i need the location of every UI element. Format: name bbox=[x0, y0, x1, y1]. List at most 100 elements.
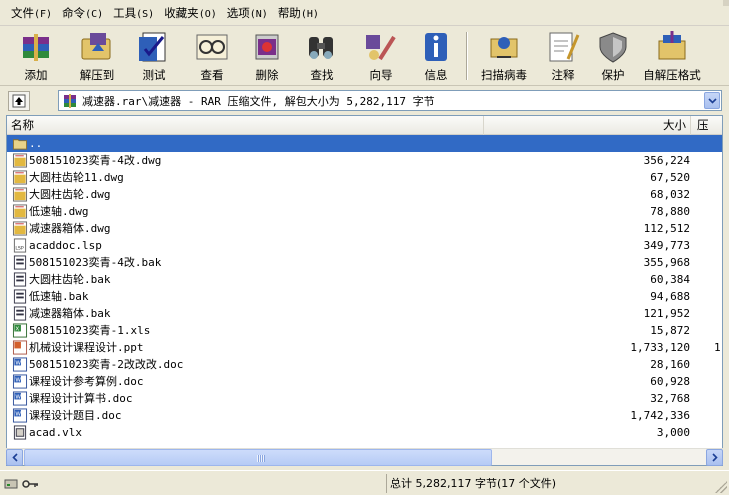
toolbar-button-10[interactable]: 保护 bbox=[589, 26, 637, 84]
table-row[interactable]: W 课程设计题目.doc 1,742,336 bbox=[7, 407, 722, 424]
toolbar-button-4[interactable]: 删除 bbox=[242, 26, 292, 84]
thumb-grip bbox=[257, 455, 265, 462]
table-row[interactable]: W 508151023奕青-2改改改.doc 28,160 bbox=[7, 356, 722, 373]
table-row[interactable]: 低速轴.bak 94,688 bbox=[7, 288, 722, 305]
resize-grip[interactable] bbox=[715, 481, 727, 493]
file-name: acaddoc.lsp bbox=[29, 239, 102, 252]
menu-item-4[interactable]: 选项(N) bbox=[222, 3, 273, 23]
table-row[interactable]: 减速器箱体.dwg 112,512 bbox=[7, 220, 722, 237]
table-row[interactable]: 大圆柱齿轮.dwg 68,032 bbox=[7, 186, 722, 203]
file-name: 大圆柱齿轮.dwg bbox=[29, 188, 111, 201]
drive-icon[interactable] bbox=[4, 478, 18, 490]
table-row[interactable]: W 课程设计参考算例.doc 60,928 bbox=[7, 373, 722, 390]
svg-text:W: W bbox=[15, 378, 21, 384]
table-row[interactable]: 减速器箱体.bak 121,952 bbox=[7, 305, 722, 322]
svg-text:LSP: LSP bbox=[15, 245, 24, 251]
chevron-left-icon bbox=[11, 453, 18, 462]
table-row[interactable]: X 508151023奕青-1.xls 15,872 bbox=[7, 322, 722, 339]
doc-file-icon: W bbox=[12, 391, 28, 406]
column-header-size[interactable]: 大小 bbox=[484, 116, 691, 135]
menu-item-3[interactable]: 收藏夹(O) bbox=[159, 3, 222, 23]
column-header-name[interactable]: 名称 bbox=[7, 116, 484, 135]
toolbar-button-0[interactable]: 添加 bbox=[4, 26, 68, 84]
file-size: 1,742,336 bbox=[630, 409, 690, 422]
file-size: 78,880 bbox=[650, 205, 690, 218]
file-name: 508151023奕青-1.xls bbox=[29, 324, 151, 337]
menu-label: 文件 bbox=[11, 5, 34, 20]
column-packed-label: 压 bbox=[697, 118, 709, 132]
table-row[interactable]: 508151023奕青-4改.bak 355,968 bbox=[7, 254, 722, 271]
toolbar-button-3[interactable]: 查看 bbox=[182, 26, 242, 84]
table-row[interactable]: .. bbox=[7, 135, 722, 152]
key-icon[interactable] bbox=[22, 478, 40, 490]
doc-file-icon: W bbox=[12, 357, 28, 372]
toolbar-button-7[interactable]: 信息 bbox=[410, 26, 462, 84]
file-list[interactable]: 名称 大小 压 .. 508151023奕青-4改.dwg 356,224 大圆柱齿轮… bbox=[6, 115, 723, 466]
scroll-left-button[interactable] bbox=[6, 449, 23, 466]
find-icon bbox=[309, 37, 333, 59]
horizontal-scrollbar[interactable] bbox=[6, 448, 723, 466]
toolbar-button-6[interactable]: 向导 bbox=[352, 26, 410, 84]
file-name: 机械设计课程设计.ppt bbox=[29, 341, 144, 354]
sfx-icon bbox=[658, 31, 686, 60]
menu-label: 收藏夹 bbox=[164, 5, 199, 20]
table-row[interactable]: 机械设计课程设计.ppt 1,733,120 1, bbox=[7, 339, 722, 356]
file-size: 349,773 bbox=[643, 239, 690, 252]
toolbar-label: 查找 bbox=[310, 68, 334, 82]
table-row[interactable]: LSP acaddoc.lsp 349,773 bbox=[7, 237, 722, 254]
file-name: 508151023奕青-2改改改.doc bbox=[29, 358, 184, 371]
delete-icon bbox=[255, 34, 279, 60]
table-row[interactable]: acad.vlx 3,000 bbox=[7, 424, 722, 441]
toolbar-button-1[interactable]: 解压到 bbox=[68, 26, 126, 84]
file-size: 68,032 bbox=[650, 188, 690, 201]
wizard-icon bbox=[366, 35, 396, 61]
file-packed-size: 1, bbox=[714, 341, 722, 354]
protect-icon bbox=[599, 32, 627, 63]
status-bar: 总计 5,282,117 字节(17 个文件) bbox=[0, 470, 729, 495]
comment-icon bbox=[549, 32, 580, 62]
table-row[interactable]: 508151023奕青-4改.dwg 356,224 bbox=[7, 152, 722, 169]
file-name: 508151023奕青-4改.bak bbox=[29, 256, 162, 269]
menu-item-0[interactable]: 文件(F) bbox=[6, 3, 57, 23]
dwg-file-icon bbox=[12, 221, 28, 236]
bak-file-icon bbox=[13, 306, 27, 321]
toolbar-label: 扫描病毒 bbox=[481, 68, 527, 82]
menu-item-1[interactable]: 命令(C) bbox=[57, 3, 108, 23]
path-combobox[interactable]: 减速器.rar\减速器 - RAR 压缩文件, 解包大小为 5,282,117 … bbox=[58, 90, 722, 111]
toolbar-label: 自解压格式 bbox=[643, 68, 701, 82]
file-name: 低速轴.bak bbox=[29, 290, 89, 303]
bak-file-icon bbox=[13, 272, 27, 287]
chevron-down-icon bbox=[707, 97, 717, 104]
table-row[interactable]: 大圆柱齿轮11.dwg 67,520 bbox=[7, 169, 722, 186]
file-name: 课程设计参考算例.doc bbox=[29, 375, 144, 388]
toolbar-button-8[interactable]: 扫描病毒 bbox=[471, 26, 537, 84]
menu-bar: 文件(F) 命令(C) 工具(S) 收藏夹(O) 选项(N) 帮助(H) bbox=[0, 0, 729, 26]
table-row[interactable]: 大圆柱齿轮.bak 60,384 bbox=[7, 271, 722, 288]
file-rows: .. 508151023奕青-4改.dwg 356,224 大圆柱齿轮11.dwg 67… bbox=[7, 135, 722, 441]
status-left bbox=[4, 475, 384, 493]
dwg-file-icon bbox=[12, 170, 28, 185]
dwg-file-icon bbox=[12, 153, 28, 168]
scroll-right-button[interactable] bbox=[706, 449, 723, 466]
table-row[interactable]: W 课程设计计算书.doc 32,768 bbox=[7, 390, 722, 407]
column-size-label: 大小 bbox=[663, 118, 686, 132]
doc-file-icon: W bbox=[12, 408, 28, 423]
menu-item-5[interactable]: 帮助(H) bbox=[273, 3, 324, 23]
toolbar-button-11[interactable]: 自解压格式 bbox=[637, 26, 707, 84]
menu-accelerator: (F) bbox=[34, 8, 53, 20]
scroll-thumb[interactable] bbox=[24, 449, 492, 466]
view-icon bbox=[196, 34, 228, 60]
menu-item-2[interactable]: 工具(S) bbox=[108, 3, 159, 23]
column-header-packed[interactable]: 压 bbox=[691, 116, 722, 135]
menu-label: 工具 bbox=[113, 5, 137, 20]
path-dropdown-button[interactable] bbox=[704, 92, 720, 109]
svg-text:W: W bbox=[15, 412, 21, 418]
up-folder-button[interactable] bbox=[8, 90, 30, 111]
file-name: .. bbox=[29, 137, 43, 150]
file-size: 355,968 bbox=[643, 256, 690, 269]
table-row[interactable]: 低速轴.dwg 78,880 bbox=[7, 203, 722, 220]
toolbar-button-5[interactable]: 查找 bbox=[292, 26, 352, 84]
toolbar-button-2[interactable]: 测试 bbox=[126, 26, 182, 84]
toolbar-button-9[interactable]: 注释 bbox=[537, 26, 589, 84]
status-total: 总计 5,282,117 字节(17 个文件) bbox=[386, 474, 711, 493]
